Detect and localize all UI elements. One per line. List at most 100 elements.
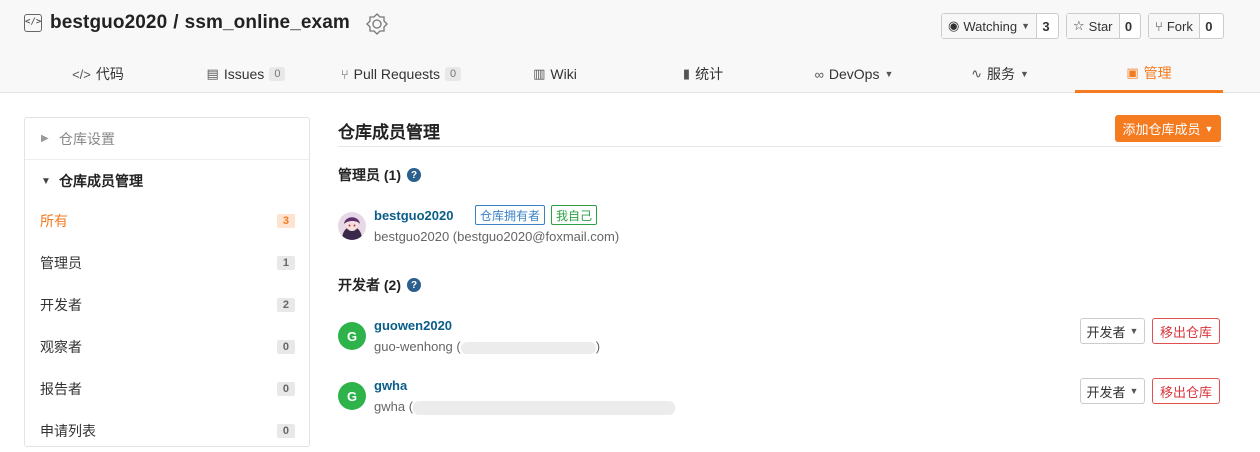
chevron-down-icon: ▼ bbox=[1019, 69, 1029, 79]
developers-heading: 开发者 (2)? bbox=[338, 275, 421, 295]
sidebar-group-label: 仓库成员管理 bbox=[59, 173, 143, 189]
tab-label: 管理 bbox=[1143, 64, 1172, 81]
sidebar-group-members[interactable]: ▼ 仓库成员管理 bbox=[25, 160, 309, 202]
sidebar-item-label: 管理员 bbox=[40, 255, 82, 271]
redacted-email bbox=[413, 400, 676, 415]
add-member-button[interactable]: 添加仓库成员 ▼ bbox=[1115, 115, 1221, 142]
avatar[interactable]: G bbox=[338, 322, 366, 350]
sidebar-item-observers[interactable]: 观察者 0 bbox=[25, 326, 309, 368]
tab-devops[interactable]: ∞ DevOps ▼ bbox=[802, 55, 906, 93]
sidebar-item-label: 所有 bbox=[40, 213, 68, 229]
star-button[interactable]: ☆ Star 0 bbox=[1066, 13, 1141, 39]
watch-label: Watching bbox=[963, 18, 1018, 34]
settings-sidebar: ▶ 仓库设置 ▼ 仓库成员管理 所有 3 管理员 1 开发者 2 观察者 0 报告者 0 申请… bbox=[24, 117, 310, 447]
tab-admin[interactable]: ▣ 管理 bbox=[1075, 55, 1223, 93]
sidebar-item-applications[interactable]: 申请列表 0 bbox=[25, 410, 309, 452]
tab-label: DevOps bbox=[828, 66, 880, 82]
sidebar-item-label: 报告者 bbox=[40, 381, 82, 397]
chevron-down-icon: ▼ bbox=[1204, 123, 1214, 134]
sidebar-item-count: 0 bbox=[276, 424, 295, 438]
watch-count[interactable]: 3 bbox=[1037, 14, 1055, 38]
tab-label: Pull Requests bbox=[353, 66, 441, 82]
sidebar-item-developers[interactable]: 开发者 2 bbox=[25, 284, 309, 326]
devops-icon: ∞ bbox=[814, 66, 824, 82]
member-row-developer: G guowen2020 guo-wenhong () 开发者 ▼ 移出仓库 bbox=[338, 318, 1222, 362]
sidebar-item-reporters[interactable]: 报告者 0 bbox=[25, 368, 309, 410]
remove-member-button[interactable]: 移出仓库 bbox=[1152, 378, 1220, 404]
tab-wiki[interactable]: ▥ Wiki bbox=[518, 55, 592, 93]
pr-count: 0 bbox=[445, 67, 462, 81]
sidebar-group-repo-settings[interactable]: ▶ 仓库设置 bbox=[25, 118, 309, 160]
tab-services[interactable]: ∿ 服务 ▼ bbox=[958, 55, 1042, 93]
admins-heading-label: 管理员 (1) bbox=[338, 167, 401, 183]
admin-icon: ▣ bbox=[1126, 64, 1139, 80]
sidebar-item-all[interactable]: 所有 3 bbox=[25, 200, 309, 242]
remove-member-button[interactable]: 移出仓库 bbox=[1152, 318, 1220, 344]
sidebar-item-label: 观察者 bbox=[40, 339, 82, 355]
page-title: 仓库成员管理 bbox=[338, 123, 440, 142]
chevron-down-icon: ▼ bbox=[41, 175, 51, 187]
member-row-developer: G gwha gwha ( 开发者 ▼ 移出仓库 bbox=[338, 378, 1222, 422]
chevron-right-icon: ▶ bbox=[41, 133, 49, 144]
sidebar-item-admins[interactable]: 管理员 1 bbox=[25, 242, 309, 284]
pull-request-icon: ⑂ bbox=[340, 66, 349, 82]
role-select[interactable]: 开发者 ▼ bbox=[1080, 318, 1145, 344]
avatar[interactable] bbox=[338, 212, 366, 240]
member-description: bestguo2020 (bestguo2020@foxmail.com) bbox=[374, 229, 620, 244]
tab-label: Wiki bbox=[550, 66, 577, 82]
fork-icon: ⑂ bbox=[1155, 18, 1163, 34]
pulse-icon: ∿ bbox=[971, 66, 982, 81]
add-member-label: 添加仓库成员 bbox=[1122, 122, 1201, 137]
repo-name-link[interactable]: ssm_online_exam bbox=[185, 12, 350, 33]
eye-icon: ◉ bbox=[948, 18, 960, 33]
tab-label: 统计 bbox=[695, 66, 724, 82]
tab-label: Issues bbox=[223, 66, 265, 82]
redacted-email bbox=[460, 341, 596, 354]
tab-code[interactable]: </> 代码 bbox=[52, 55, 144, 93]
tab-pull-requests[interactable]: ⑂ Pull Requests 0 bbox=[334, 55, 468, 93]
repo-owner-link[interactable]: bestguo2020 bbox=[50, 12, 167, 33]
chevron-down-icon: ▼ bbox=[1129, 326, 1139, 336]
fork-count[interactable]: 0 bbox=[1200, 14, 1218, 38]
role-select[interactable]: 开发者 ▼ bbox=[1080, 378, 1145, 404]
member-name-link[interactable]: bestguo2020 bbox=[374, 208, 453, 223]
tab-label: 服务 bbox=[986, 66, 1015, 82]
sidebar-item-count: 0 bbox=[276, 382, 295, 396]
tab-issues[interactable]: ▤ Issues 0 bbox=[200, 55, 292, 93]
sidebar-item-count: 0 bbox=[276, 340, 295, 354]
watch-button[interactable]: ◉ Watching ▼ 3 bbox=[941, 13, 1059, 39]
sidebar-item-count: 1 bbox=[276, 256, 295, 270]
chevron-down-icon: ▼ bbox=[1021, 21, 1030, 31]
member-description: guo-wenhong () bbox=[374, 339, 601, 354]
star-count[interactable]: 0 bbox=[1120, 14, 1138, 38]
chevron-down-icon: ▼ bbox=[1129, 386, 1139, 396]
developers-heading-label: 开发者 (2) bbox=[338, 277, 401, 293]
sidebar-item-label: 开发者 bbox=[40, 297, 82, 313]
owner-badge: 仓库拥有者 bbox=[475, 205, 546, 225]
sidebar-item-count: 3 bbox=[276, 214, 295, 228]
help-icon[interactable]: ? bbox=[407, 278, 421, 292]
divider bbox=[338, 146, 1222, 147]
member-row-admin: bestguo2020 仓库拥有者 我自己 bestguo2020 (bestg… bbox=[338, 205, 1222, 252]
repo-code-icon: </> bbox=[24, 14, 42, 32]
self-badge: 我自己 bbox=[551, 205, 598, 225]
user-avatar-image bbox=[338, 212, 366, 240]
help-icon[interactable]: ? bbox=[407, 168, 421, 182]
repo-tabs: </> 代码 ▤ Issues 0 ⑂ Pull Requests 0 ▥ Wiki ▮ 统计… bbox=[0, 55, 1260, 93]
tab-label: 代码 bbox=[95, 66, 124, 82]
admins-heading: 管理员 (1)? bbox=[338, 165, 421, 185]
tab-stats[interactable]: ▮ 统计 bbox=[666, 55, 740, 93]
sidebar-item-count: 2 bbox=[276, 298, 295, 312]
member-name-link[interactable]: guowen2020 bbox=[374, 318, 452, 333]
chevron-down-icon: ▼ bbox=[884, 69, 894, 79]
recommended-badge-icon[interactable] bbox=[366, 13, 388, 35]
stats-icon: ▮ bbox=[682, 66, 691, 81]
sidebar-group-label: 仓库设置 bbox=[59, 130, 115, 147]
fork-button[interactable]: ⑂ Fork 0 bbox=[1148, 13, 1224, 39]
avatar[interactable]: G bbox=[338, 382, 366, 410]
role-select-value: 开发者 bbox=[1086, 324, 1126, 340]
repo-title: bestguo2020 / ssm_online_exam bbox=[50, 12, 350, 34]
member-name-link[interactable]: gwha bbox=[374, 378, 407, 393]
member-description: gwha ( bbox=[374, 399, 676, 415]
fork-label: Fork bbox=[1166, 18, 1193, 34]
